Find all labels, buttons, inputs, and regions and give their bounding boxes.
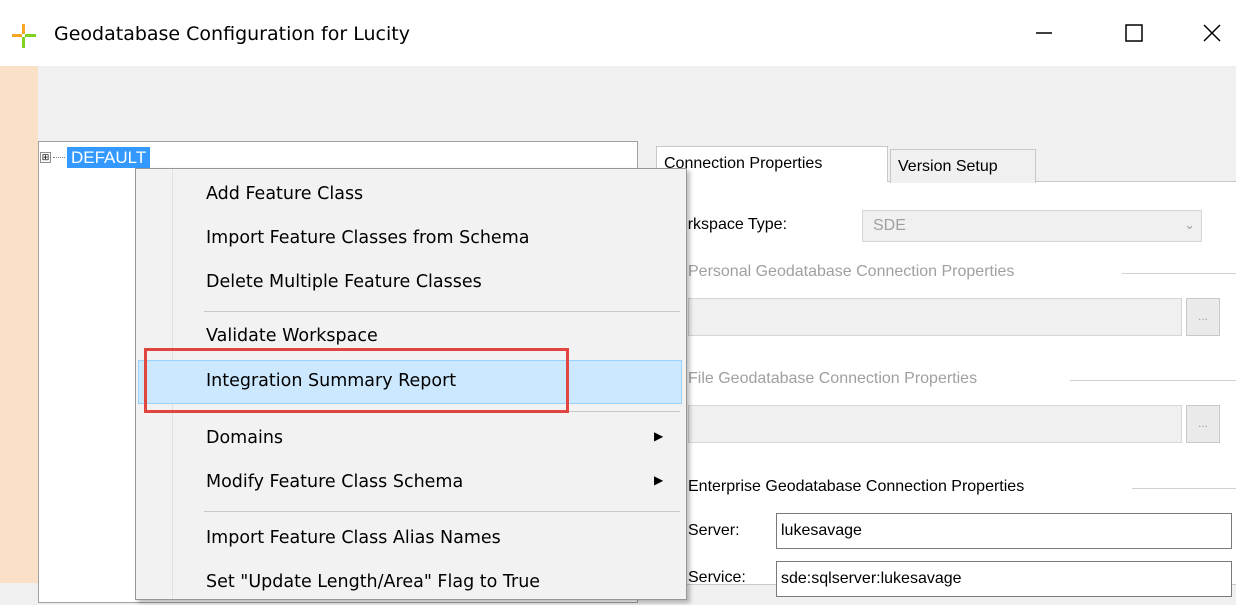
server-label: Server: <box>688 522 740 539</box>
close-icon <box>1203 24 1221 42</box>
group-border <box>1132 488 1236 489</box>
submenu-arrow-icon: ▶ <box>654 473 664 487</box>
file-group-label: File Geodatabase Connection Properties <box>688 370 978 387</box>
menu-item-modify-schema[interactable]: Modify Feature Class Schema ▶ <box>138 461 682 505</box>
title-bar: Geodatabase Configuration for Lucity <box>0 0 1236 66</box>
personal-group-label: Personal Geodatabase Connection Properti… <box>688 263 1015 280</box>
menu-item-label: Import Feature Classes from Schema <box>206 228 530 248</box>
menu-item-label: Delete Multiple Feature Classes <box>206 272 482 292</box>
app-logo-icon <box>12 24 36 48</box>
maximize-icon <box>1125 24 1143 42</box>
file-path-field[interactable] <box>688 405 1182 443</box>
menu-item-label: Set "Update Length/Area" Flag to True <box>206 572 541 592</box>
personal-browse-button[interactable]: ... <box>1186 298 1220 336</box>
window-left-border <box>0 66 38 583</box>
menu-item-label: Add Feature Class <box>206 184 364 204</box>
toolbar-area <box>38 66 1236 116</box>
workspace-type-value: SDE <box>873 217 906 234</box>
tab-connection-properties[interactable]: Connection Properties <box>656 146 888 182</box>
menu-item-add-feature-class[interactable]: Add Feature Class <box>138 173 682 217</box>
tab-version-setup[interactable]: Version Setup <box>890 149 1036 183</box>
minimize-button[interactable] <box>1024 10 1064 56</box>
menu-item-import-alias-names[interactable]: Import Feature Class Alias Names <box>138 517 682 561</box>
service-input[interactable]: sde:sqlserver:lukesavage <box>776 561 1232 597</box>
minimize-icon <box>1036 32 1052 34</box>
window-title: Geodatabase Configuration for Lucity <box>54 23 410 45</box>
menu-item-label: Modify Feature Class Schema <box>206 472 464 492</box>
menu-item-domains[interactable]: Domains ▶ <box>138 417 682 461</box>
tree-expand-icon[interactable]: ⊞ <box>40 152 51 163</box>
submenu-arrow-icon: ▶ <box>654 429 664 443</box>
server-input[interactable]: lukesavage <box>776 513 1232 549</box>
close-button[interactable] <box>1192 10 1232 56</box>
menu-separator <box>204 511 680 512</box>
enterprise-group-label: Enterprise Geodatabase Connection Proper… <box>688 478 1025 495</box>
menu-item-import-feature-classes[interactable]: Import Feature Classes from Schema <box>138 217 682 261</box>
menu-item-label: Domains <box>206 428 284 448</box>
service-label: Service: <box>688 569 746 586</box>
workspace-type-select[interactable]: SDE ⌄ <box>862 210 1202 242</box>
tree-connector <box>53 157 65 158</box>
maximize-button[interactable] <box>1114 10 1154 56</box>
group-border <box>1122 273 1236 274</box>
annotation-highlight-box <box>144 348 569 413</box>
menu-item-set-update-flag[interactable]: Set "Update Length/Area" Flag to True <box>138 561 682 605</box>
personal-path-field[interactable] <box>688 298 1182 336</box>
menu-item-label: Import Feature Class Alias Names <box>206 528 501 548</box>
file-browse-button[interactable]: ... <box>1186 405 1220 443</box>
menu-separator <box>204 311 680 312</box>
group-border <box>1070 380 1236 381</box>
menu-item-delete-multiple[interactable]: Delete Multiple Feature Classes <box>138 261 682 305</box>
menu-item-label: Validate Workspace <box>206 326 378 346</box>
tree-node-default[interactable]: DEFAULT <box>67 147 151 168</box>
chevron-down-icon: ⌄ <box>1184 217 1195 232</box>
